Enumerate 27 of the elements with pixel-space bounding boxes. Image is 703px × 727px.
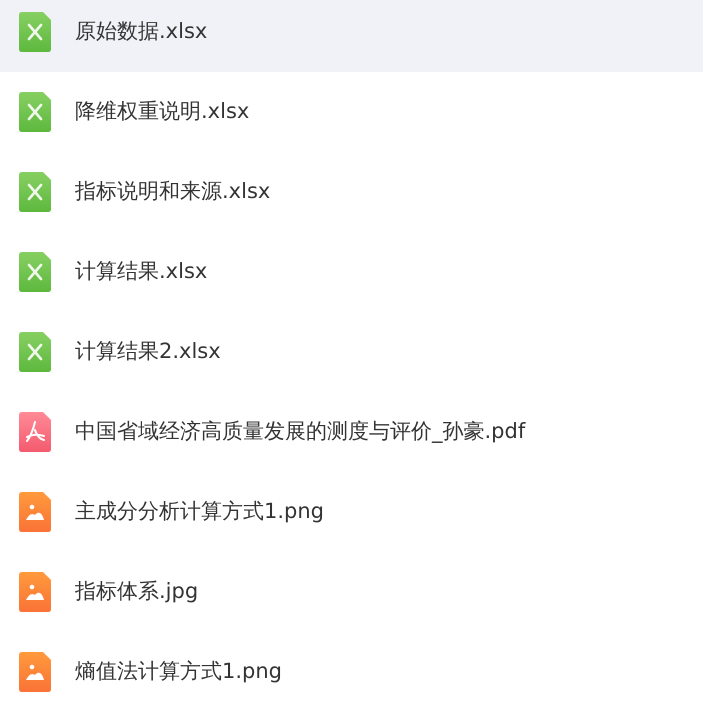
spreadsheet-file-icon	[19, 332, 51, 372]
file-row[interactable]: 原始数据.xlsx	[0, 0, 703, 72]
file-name: 中国省域经济高质量发展的测度与评价_孙豪.pdf	[75, 418, 526, 446]
file-row[interactable]: 熵值法计算方式1.png	[0, 632, 703, 712]
file-name: 计算结果2.xlsx	[75, 338, 221, 366]
file-name: 主成分分析计算方式1.png	[75, 498, 324, 526]
file-name: 指标体系.jpg	[75, 578, 198, 606]
spreadsheet-file-icon	[19, 252, 51, 292]
file-name: 原始数据.xlsx	[75, 18, 208, 46]
file-name: 指标说明和来源.xlsx	[75, 178, 270, 206]
spreadsheet-file-icon	[19, 92, 51, 132]
file-row[interactable]: 指标说明和来源.xlsx	[0, 152, 703, 232]
image-file-icon	[19, 572, 51, 612]
file-name: 计算结果.xlsx	[75, 258, 208, 286]
image-file-icon	[19, 652, 51, 692]
image-file-icon	[19, 492, 51, 532]
file-row[interactable]: 降维权重说明.xlsx	[0, 72, 703, 152]
file-row[interactable]: 中国省域经济高质量发展的测度与评价_孙豪.pdf	[0, 392, 703, 472]
file-row[interactable]: 指标体系.jpg	[0, 552, 703, 632]
file-row[interactable]: 主成分分析计算方式1.png	[0, 472, 703, 552]
spreadsheet-file-icon	[19, 172, 51, 212]
file-name: 降维权重说明.xlsx	[75, 98, 250, 126]
file-row[interactable]: 计算结果.xlsx	[0, 232, 703, 312]
spreadsheet-file-icon	[19, 12, 51, 52]
file-name: 熵值法计算方式1.png	[75, 658, 282, 686]
file-row[interactable]: 计算结果2.xlsx	[0, 312, 703, 392]
pdf-file-icon	[19, 412, 51, 452]
